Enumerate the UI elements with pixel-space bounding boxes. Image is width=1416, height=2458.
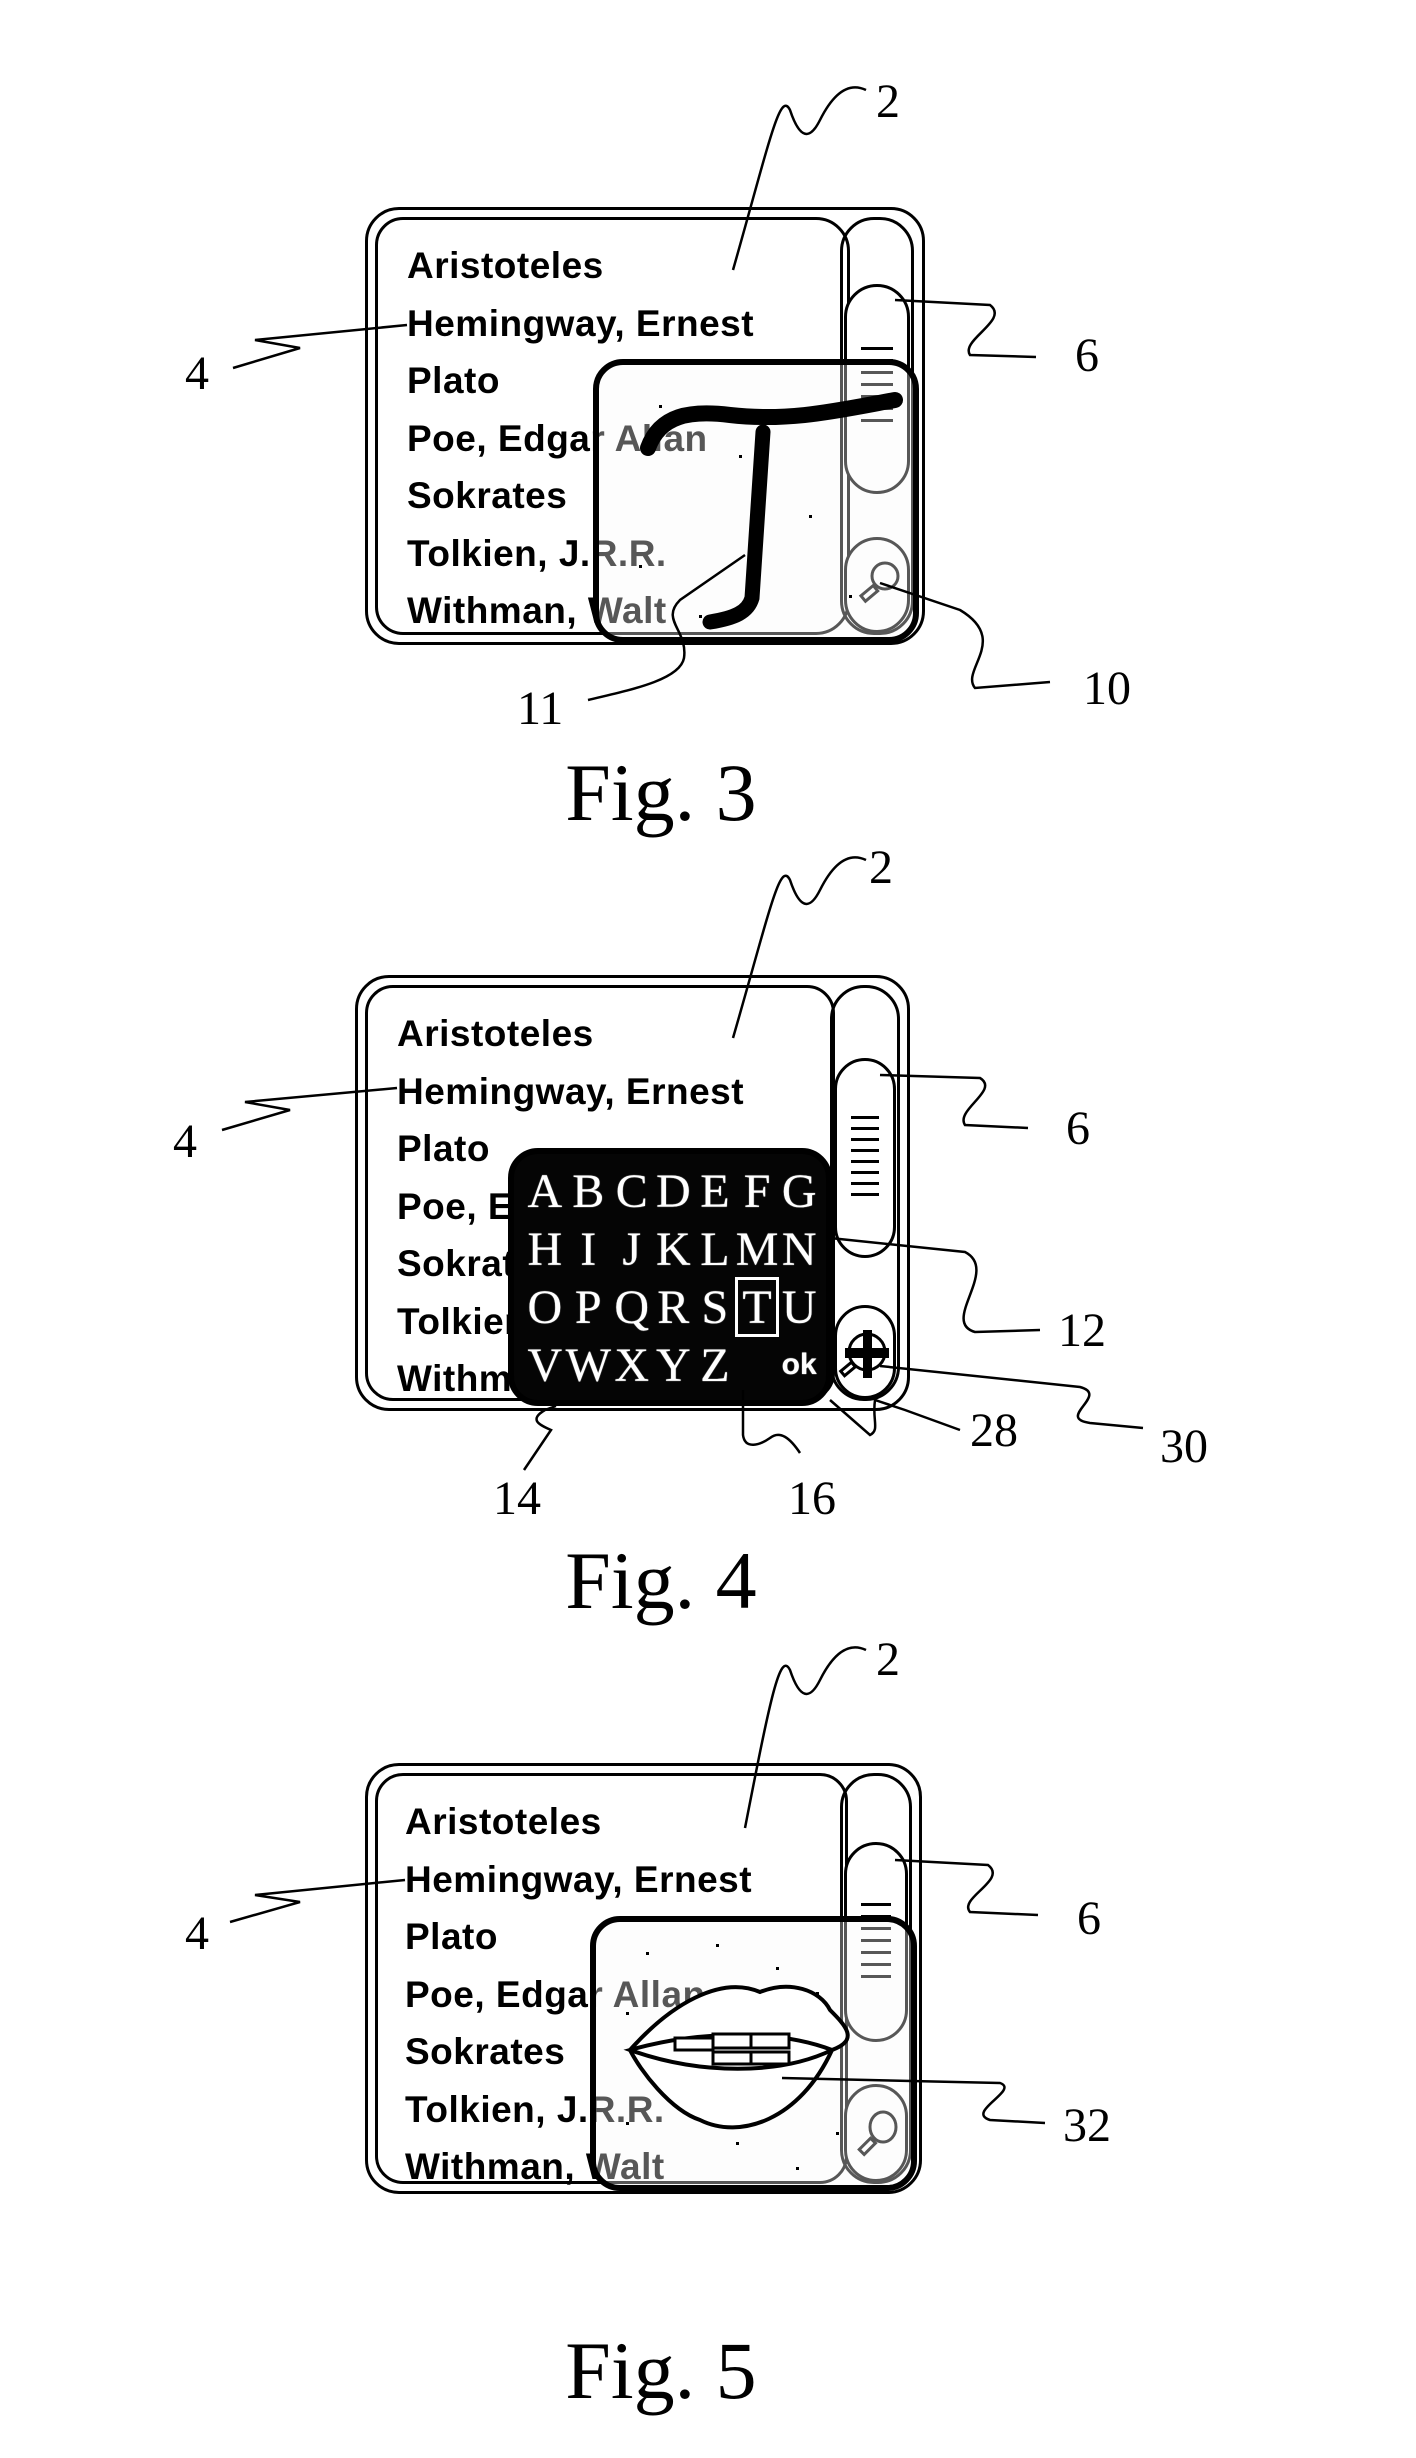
figure-3: Aristoteles Hemingway, Ernest Plato Poe,… [0,0,1416,834]
ref-numeral-12: 12 [1058,1304,1106,1357]
ref-numeral-4: 4 [185,1907,209,1960]
ref-numeral-6: 6 [1066,1102,1090,1155]
ref-numeral-6: 6 [1075,329,1099,382]
leader-line-2 [731,856,867,1039]
leader-line-16 [741,1390,802,1454]
ref-numeral-4: 4 [173,1115,197,1168]
ref-numeral-32: 32 [1063,2099,1111,2152]
leader-line-4 [232,323,408,370]
ref-numeral-30: 30 [1160,1420,1208,1473]
figure-4: Aristoteles Hemingway, Ernest Plato Poe,… [0,770,1416,1630]
ref-numeral-2: 2 [876,75,900,128]
leader-line-14 [522,1404,557,1471]
leader-line-28 [829,1398,961,1437]
ref-numeral-6: 6 [1077,1892,1101,1945]
fig5-annotations [229,1646,1046,2130]
leader-line-2 [731,86,867,271]
mouth-icon [623,1984,850,2130]
figure-5: Aristoteles Hemingway, Ernest Plato Poe,… [0,1560,1416,2458]
ref-numeral-10: 10 [1083,662,1131,715]
ref-numeral-2: 2 [876,1633,900,1686]
leader-line-32 [781,2076,1046,2125]
leader-line-10 [879,581,1051,690]
ref-numeral-11: 11 [517,682,564,735]
leader-line-6 [894,1858,1039,1917]
leader-line-12 [829,1236,1041,1334]
leader-line-11 [587,553,746,702]
leader-line-4 [221,1086,398,1132]
fig3-annotations [232,86,1051,702]
ref-numeral-4: 4 [185,347,209,400]
leader-line-6 [894,298,1037,359]
leader-line-4 [229,1878,406,1924]
leader-line-6 [879,1073,1029,1130]
fig4-annotations [221,856,1144,1471]
handwriting-stroke [702,424,771,630]
figure-caption: Fig. 5 [565,2325,757,2416]
leader-line-2 [743,1646,867,1829]
handwriting-stroke [640,392,903,456]
ref-numeral-28: 28 [970,1404,1018,1457]
ref-numeral-14: 14 [493,1472,541,1525]
ref-numeral-2: 2 [869,841,893,894]
ref-numeral-16: 16 [788,1472,836,1525]
